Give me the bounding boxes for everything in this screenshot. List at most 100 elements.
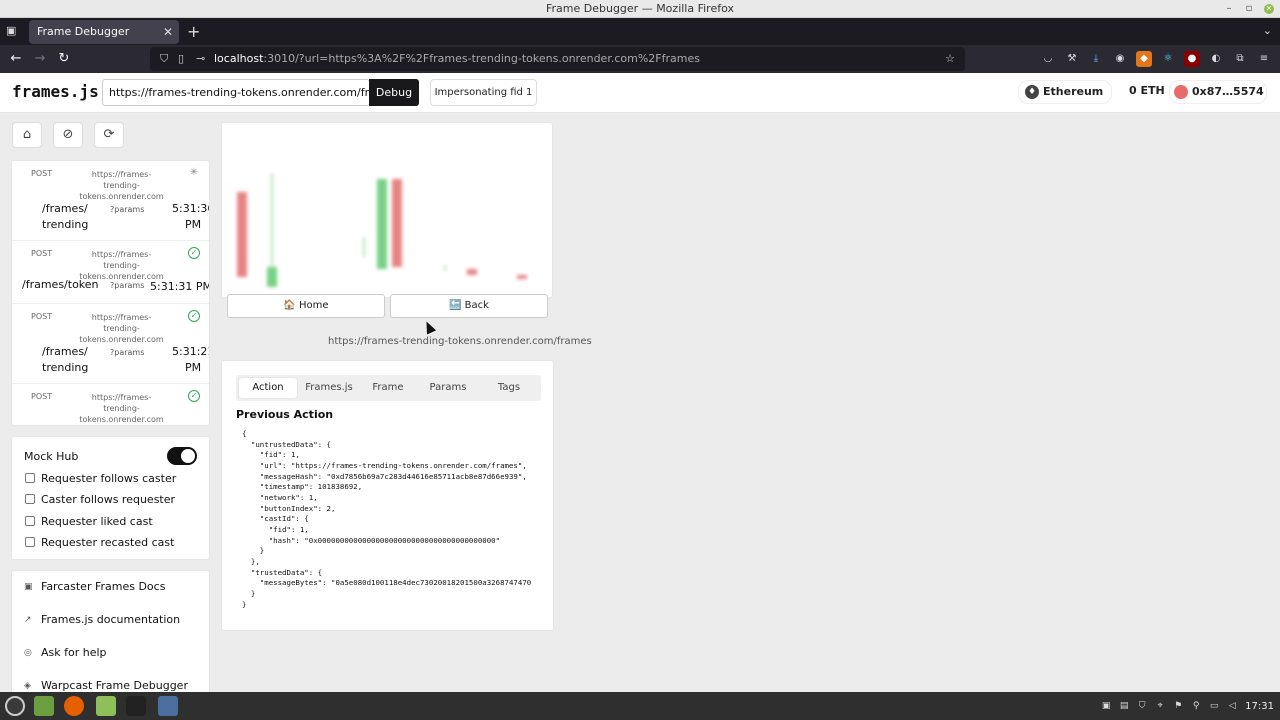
metamask-icon[interactable]: ◆ xyxy=(1136,51,1152,67)
request-path: /frames/ trending xyxy=(42,202,89,231)
checkbox-caster-follows-requester[interactable]: Caster follows requester xyxy=(25,493,175,507)
link-warpcast-debugger[interactable]: ◈ Warpcast Frame Debugger xyxy=(12,670,211,692)
checkbox-box[interactable] xyxy=(25,494,35,504)
back-icon[interactable]: ← xyxy=(8,51,24,67)
checkbox-requester-recasted-cast[interactable]: Requester recasted cast xyxy=(25,536,174,550)
request-host: https://frames-trending-tokens.onrender.… xyxy=(79,393,164,424)
link-label: Warpcast Frame Debugger xyxy=(41,679,188,692)
checkbox-box[interactable] xyxy=(25,473,35,483)
tab-tags[interactable]: Tags xyxy=(480,375,538,401)
inspector-tabs: Action Frames.js Frame Params Tags xyxy=(236,375,541,401)
downloads-icon[interactable]: ⤓ xyxy=(1088,51,1104,67)
menu-launcher-icon[interactable] xyxy=(5,696,25,716)
pocket-icon[interactable]: ◡ xyxy=(1040,51,1056,67)
home-icon: ⌂ xyxy=(22,127,32,142)
chart-bar xyxy=(377,179,387,269)
ban-icon: ⊘ xyxy=(62,127,74,142)
forward-icon[interactable]: → xyxy=(32,51,48,67)
checkbox-requester-follows-caster[interactable]: Requester follows caster xyxy=(25,472,176,486)
firefox-icon[interactable] xyxy=(64,696,84,716)
frame-image xyxy=(237,173,527,287)
ethereum-icon: ♦ xyxy=(1025,85,1039,99)
menu-icon[interactable]: ≡ xyxy=(1256,51,1272,67)
params-badge: ?params xyxy=(110,205,145,214)
chat-icon: ◎ xyxy=(24,648,32,658)
chart-bar xyxy=(517,275,527,279)
maximize-icon[interactable]: ▫ xyxy=(1244,3,1254,14)
chart-bar xyxy=(392,179,402,267)
url-bar[interactable]: ⛉ ▯ ⊸ localhost:3010/?url=https%3A%2F%2F… xyxy=(150,47,965,71)
clear-button[interactable]: ⊘ xyxy=(53,122,83,148)
show-desktop-icon[interactable] xyxy=(34,696,54,716)
frame-preview xyxy=(221,122,553,298)
bookmark-star-icon[interactable]: ☆ xyxy=(945,47,955,71)
page-icon[interactable]: ▯ xyxy=(178,47,184,71)
section-title: Previous Action xyxy=(236,408,334,421)
shield-icon[interactable]: ⛉ xyxy=(1137,701,1147,711)
volume-icon[interactable]: ◁ xyxy=(1227,701,1237,711)
url-host: localhost xyxy=(214,52,264,65)
clipboard-icon[interactable]: ▤ xyxy=(1119,701,1129,711)
mock-hub-toggle[interactable] xyxy=(167,447,197,465)
request-time: 5:31:36 PM xyxy=(172,202,209,231)
impersonate-button[interactable]: Impersonating fid 1 xyxy=(430,79,537,106)
connection-icon[interactable]: ⊸ xyxy=(196,47,205,71)
frame-button-home[interactable]: 🏠 Home xyxy=(227,294,385,318)
checkbox-requester-liked-cast[interactable]: Requester liked cast xyxy=(25,515,153,529)
history-item[interactable]: POST https://frames-trending-tokens.onre… xyxy=(12,241,209,304)
tab-action[interactable]: Action xyxy=(239,378,297,398)
shield-icon[interactable]: ⛉ xyxy=(160,47,168,71)
toggle-knob xyxy=(181,449,195,463)
screenshot-app-icon[interactable] xyxy=(158,696,178,716)
account-icon[interactable]: ◉ xyxy=(1112,51,1128,67)
minimize-icon[interactable]: – xyxy=(1224,3,1234,14)
home-button[interactable]: ⌂ xyxy=(12,122,42,148)
ublock-icon[interactable]: ● xyxy=(1184,51,1200,67)
network-icon[interactable]: ⚲ xyxy=(1191,701,1201,711)
tab-params[interactable]: Params xyxy=(418,375,478,401)
tab-close-icon[interactable]: ✕ xyxy=(163,20,173,44)
checkbox-box[interactable] xyxy=(25,537,35,547)
checkbox-box[interactable] xyxy=(25,516,35,526)
avatar xyxy=(1174,85,1188,99)
files-icon[interactable] xyxy=(96,696,116,716)
brand-logo: frames.js xyxy=(12,82,99,101)
request-method: POST xyxy=(31,169,53,178)
customize-icon[interactable]: ⚒ xyxy=(1064,51,1080,67)
puzzle-icon[interactable]: ⧉ xyxy=(1232,51,1248,67)
new-tab-icon[interactable]: + xyxy=(187,22,200,41)
history-item[interactable]: POST https://frames-trending-tokens.onre… xyxy=(12,161,209,241)
language-flag-icon[interactable]: ⚑ xyxy=(1173,701,1183,711)
account-button[interactable]: 0x87…5574 ⌄ xyxy=(1169,80,1267,120)
screenshot-tray-icon[interactable]: ▣ xyxy=(1101,701,1111,711)
window-title: Frame Debugger — Mozilla Firefox xyxy=(545,2,734,15)
battery-icon[interactable]: ▭ xyxy=(1209,701,1219,711)
browser-tab[interactable]: Frame Debugger ✕ xyxy=(29,20,179,44)
frame-url-input[interactable] xyxy=(102,79,370,106)
link-framesjs-docs[interactable]: ↗ Frames.js documentation xyxy=(12,604,211,636)
chart-bar xyxy=(267,267,277,287)
wallet-balance: 0 ETH xyxy=(1129,84,1165,97)
debug-button[interactable]: Debug xyxy=(369,79,419,106)
chain-selector[interactable]: ♦ Ethereum ⌄ xyxy=(1018,80,1112,120)
terminal-icon[interactable] xyxy=(126,696,146,716)
extension-icon[interactable]: ◐ xyxy=(1208,51,1224,67)
link-farcaster-docs[interactable]: ▣ Farcaster Frames Docs xyxy=(12,571,211,603)
close-window-icon[interactable]: ✕ xyxy=(1264,4,1274,14)
tab-list-icon[interactable]: ▣ xyxy=(6,24,20,38)
react-devtools-icon[interactable]: ⚛ xyxy=(1160,51,1176,67)
history-item[interactable]: POST https://frames-trending-tokens.onre… xyxy=(12,384,209,425)
link-ask-for-help[interactable]: ◎ Ask for help xyxy=(12,637,211,669)
frame-button-back[interactable]: 🔙 Back xyxy=(390,294,548,318)
tab-framesjs[interactable]: Frames.js xyxy=(300,375,358,401)
loading-icon: ✳ xyxy=(189,167,199,178)
reload-icon[interactable]: ↻ xyxy=(56,51,72,67)
tab-frame[interactable]: Frame xyxy=(360,375,416,401)
tab-strip: ▣ Frame Debugger ✕ + ⌄ xyxy=(0,18,1280,45)
history-item[interactable]: POST https://frames-trending-tokens.onre… xyxy=(12,304,209,384)
navigation-bar: ← → ↻ ⛉ ▯ ⊸ localhost:3010/?url=https%3A… xyxy=(0,45,1280,73)
chevron-down-icon[interactable]: ⌄ xyxy=(1263,24,1272,37)
location-icon[interactable]: ⌖ xyxy=(1155,701,1165,711)
check-icon: ✓ xyxy=(188,390,200,402)
refresh-button[interactable]: ⟳ xyxy=(94,122,124,148)
